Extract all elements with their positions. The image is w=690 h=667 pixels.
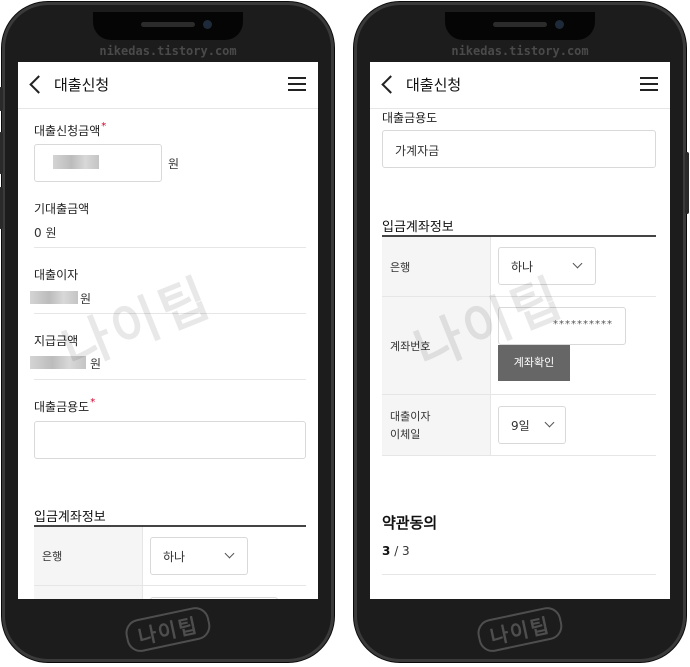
next-row-input[interactable] xyxy=(150,597,278,599)
mute-switch xyxy=(0,87,3,111)
page-title: 대출신청 xyxy=(406,76,462,94)
camera-icon xyxy=(555,20,564,29)
blurred-value xyxy=(53,155,99,169)
chevron-down-icon xyxy=(544,417,555,428)
chevron-down-icon xyxy=(572,258,583,269)
bank-select[interactable]: 하나 xyxy=(498,247,596,285)
notch xyxy=(93,12,243,40)
terms-current: 3 xyxy=(382,544,391,558)
bank-row-label: 은행 xyxy=(34,527,143,585)
blurred-interest xyxy=(30,291,78,304)
transfer-day-value: 9일 xyxy=(511,419,530,433)
verify-account-button[interactable]: 계좌확인 xyxy=(498,345,570,381)
back-arrow-icon[interactable] xyxy=(29,75,48,94)
blurred-payment xyxy=(30,356,86,369)
chevron-down-icon xyxy=(224,548,235,559)
deposit-section-title: 입금계좌정보 xyxy=(34,510,106,525)
purpose-input-value: 가계자금 xyxy=(395,144,440,158)
terms-total: / 3 xyxy=(394,544,410,558)
deposit-section-title: 입금계좌정보 xyxy=(382,220,454,235)
terms-progress: 3 / 3 xyxy=(382,544,410,558)
account-row-label: 계좌번호 xyxy=(382,297,491,394)
interest-label: 대출이자 xyxy=(34,268,79,282)
transfer-row-label: 대출이자 이체일 xyxy=(382,395,491,455)
divider xyxy=(34,313,306,314)
purpose-input[interactable]: 가계자금 xyxy=(382,130,656,168)
phone-frame-right: nikedas.tistory.com 대출신청 대출금용도 가계자금 입금계좌… xyxy=(354,2,689,662)
divider xyxy=(34,379,306,380)
divider xyxy=(382,574,656,575)
camera-icon xyxy=(203,20,212,29)
bank-select-value: 하나 xyxy=(511,260,534,274)
watermark-url: nikedas.tistory.com xyxy=(451,44,589,58)
loan-amount-input[interactable] xyxy=(34,144,162,182)
payment-label: 지급금액 xyxy=(34,334,79,348)
account-number-input[interactable]: ********** xyxy=(498,307,626,345)
transfer-day-select[interactable]: 9일 xyxy=(498,406,566,444)
bank-row-label: 은행 xyxy=(382,237,491,296)
purpose-label: 대출금용도 xyxy=(382,111,438,125)
hamburger-menu-icon[interactable] xyxy=(288,77,306,91)
bank-select[interactable]: 하나 xyxy=(150,537,248,575)
interest-unit: 원 xyxy=(80,292,92,306)
watermark-logo: 나이팁 xyxy=(122,604,214,655)
bank-select-value: 하나 xyxy=(163,550,186,564)
speaker xyxy=(493,22,547,27)
page-title: 대출신청 xyxy=(54,76,110,94)
expected-amount-value: 0 원 xyxy=(34,226,57,240)
app-bar: 대출신청 xyxy=(18,62,318,109)
purpose-label: 대출금용도 xyxy=(34,398,94,415)
next-row-label xyxy=(34,586,143,599)
screen-left: 대출신청 대출신청금액 원 기대출금액 0 원 대출이자 원 지급금액 원 대출… xyxy=(18,62,318,599)
app-bar: 대출신청 xyxy=(370,62,670,109)
loan-amount-unit: 원 xyxy=(168,157,180,171)
watermark-url: nikedas.tistory.com xyxy=(99,44,237,58)
transfer-label-1: 대출이자 xyxy=(390,410,431,423)
hamburger-menu-icon[interactable] xyxy=(640,77,658,91)
transfer-label-2: 이체일 xyxy=(390,428,421,441)
purpose-input[interactable] xyxy=(34,421,306,459)
power-button xyxy=(685,152,689,214)
loan-amount-label: 대출신청금액 xyxy=(34,122,105,139)
terms-title: 약관동의 xyxy=(382,514,438,532)
speaker xyxy=(141,22,195,27)
divider xyxy=(34,247,306,248)
back-arrow-icon[interactable] xyxy=(381,75,400,94)
watermark-logo: 나이팁 xyxy=(474,604,566,655)
bank-label: 은행 xyxy=(42,550,63,563)
divider xyxy=(382,455,656,456)
notch xyxy=(445,12,595,40)
account-number-masked: ********** xyxy=(553,319,613,330)
expected-amount-label: 기대출금액 xyxy=(34,202,90,216)
phone-frame-left: nikedas.tistory.com 대출신청 대출신청금액 원 기대출금액 … xyxy=(0,2,334,662)
payment-unit: 원 xyxy=(90,357,102,371)
volume-down-button xyxy=(0,187,3,229)
bank-label: 은행 xyxy=(390,261,411,274)
volume-up-button xyxy=(0,132,3,174)
screen-right: 대출신청 대출금용도 가계자금 입금계좌정보 은행 하나 계좌번호 ******… xyxy=(370,62,670,599)
account-label: 계좌번호 xyxy=(390,340,431,353)
